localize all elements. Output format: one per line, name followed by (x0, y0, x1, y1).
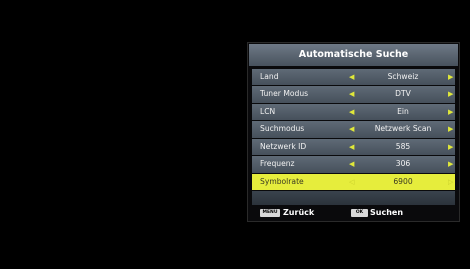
dialog-footer: MENU Zurück OK Suchen (249, 206, 458, 220)
setting-label: Netzwerk ID (260, 141, 307, 151)
arrow-left-icon[interactable]: ◀ (349, 121, 354, 137)
search-button[interactable]: Suchen (370, 206, 403, 220)
setting-label: Land (260, 72, 279, 81)
arrow-left-icon[interactable]: ◀ (349, 86, 354, 102)
setting-row-netzwerk-id[interactable]: Netzwerk ID ◀ 585 ▶ (252, 138, 455, 156)
setting-row-lcn[interactable]: LCN ◀ Ein ▶ (252, 103, 455, 121)
setting-label: Symbolrate (260, 176, 304, 186)
arrow-left-icon[interactable]: ◀ (349, 104, 354, 120)
setting-label: Tuner Modus (260, 89, 309, 99)
setting-label: Frequenz (260, 159, 295, 169)
tv-screen: Automatische Suche Land ◀ Schweiz ▶ Tune… (0, 0, 470, 269)
back-button[interactable]: Zurück (283, 206, 314, 220)
setting-row-suchmodus[interactable]: Suchmodus ◀ Netzwerk Scan ▶ (252, 121, 455, 138)
setting-value: 306 (395, 159, 411, 169)
menu-key-icon: MENU (260, 209, 280, 217)
empty-row (252, 191, 455, 206)
arrow-left-icon[interactable]: ◀ (349, 69, 354, 85)
settings-list: Land ◀ Schweiz ▶ Tuner Modus ◀ DTV ▶ LCN… (252, 69, 455, 206)
arrow-right-icon[interactable]: ▶ (448, 69, 453, 85)
setting-row-tuner-modus[interactable]: Tuner Modus ◀ DTV ▶ (252, 86, 455, 103)
arrow-left-icon[interactable]: ◀ (349, 139, 354, 155)
arrow-right-icon[interactable]: ▶ (448, 104, 453, 120)
arrow-left-icon[interactable]: ◀ (349, 156, 354, 172)
setting-label: LCN (260, 106, 276, 116)
arrow-right-icon[interactable]: ▶ (448, 86, 453, 102)
setting-value: 6900 (393, 176, 413, 186)
ok-key-icon: OK (351, 209, 368, 217)
arrow-right-icon[interactable]: ▶ (448, 139, 453, 155)
setting-row-symbolrate[interactable]: Symbolrate ◁ 6900 ▷ (252, 173, 455, 191)
setting-row-land[interactable]: Land ◀ Schweiz ▶ (252, 69, 455, 86)
setting-value: Netzwerk Scan (374, 124, 432, 134)
setting-value: DTV (395, 89, 411, 99)
setting-value: Ein (397, 106, 409, 116)
arrow-right-outline-icon[interactable]: ▷ (448, 174, 453, 190)
setting-value: Schweiz (387, 72, 419, 81)
arrow-right-icon[interactable]: ▶ (448, 121, 453, 137)
arrow-right-icon[interactable]: ▶ (448, 156, 453, 172)
dialog-title: Automatische Suche (249, 44, 458, 66)
setting-label: Suchmodus (260, 124, 305, 134)
arrow-left-outline-icon[interactable]: ◁ (349, 174, 354, 190)
setting-value: 585 (395, 141, 411, 151)
setting-row-frequenz[interactable]: Frequenz ◀ 306 ▶ (252, 156, 455, 173)
auto-search-dialog: Automatische Suche Land ◀ Schweiz ▶ Tune… (247, 42, 460, 222)
